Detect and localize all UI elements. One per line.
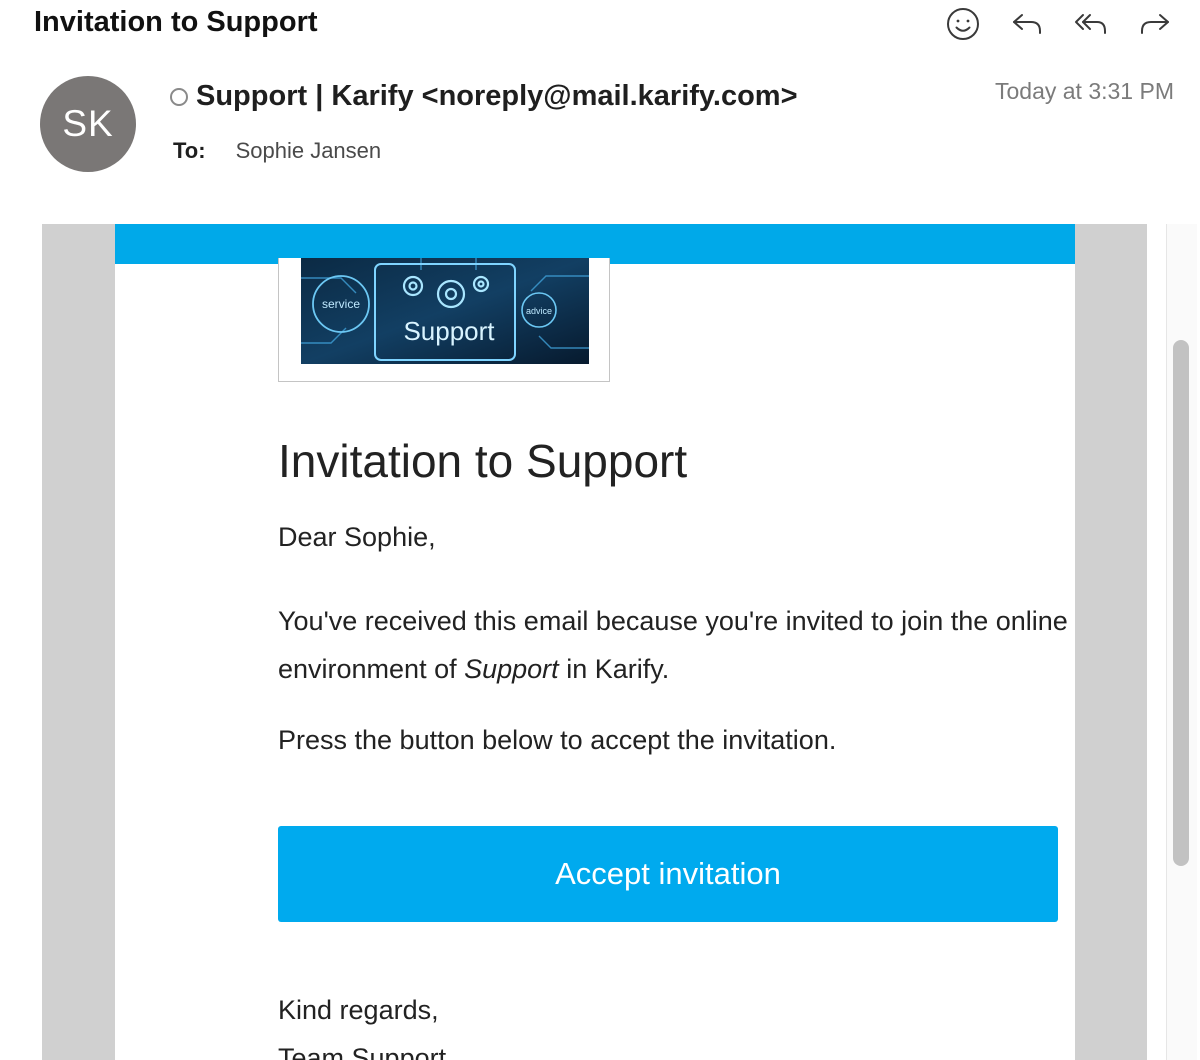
accept-invitation-button[interactable]: Accept invitation [278, 826, 1058, 922]
signoff-line-1: Kind regards, [278, 995, 439, 1025]
mail-window: Invitation to Support SK Support | Karif… [0, 0, 1200, 1060]
instruction-text: Press the button below to accept the inv… [278, 725, 837, 755]
scrollbar-thumb[interactable] [1173, 340, 1189, 866]
reply-icon[interactable] [1004, 4, 1050, 44]
invitation-paragraph: You've received this email because you'r… [278, 597, 1068, 693]
hero-label-support: Support [403, 316, 495, 346]
avatar: SK [40, 76, 136, 172]
smiley-icon[interactable] [940, 4, 986, 44]
recipient-name[interactable]: Sophie Jansen [236, 138, 382, 164]
email-subject: Invitation to Support [34, 6, 318, 38]
reply-all-icon[interactable] [1068, 4, 1114, 44]
hero-image-frame: service advice Support [278, 258, 610, 382]
signoff: Kind regards, Team Support [278, 986, 446, 1060]
email-content-card: service advice Support Invitation to Sup… [115, 258, 1075, 1060]
forward-icon[interactable] [1132, 4, 1178, 44]
paragraph-text-2: in Karify. [558, 654, 670, 684]
sender-row: Support | Karify <noreply@mail.karify.co… [170, 80, 798, 113]
hero-label-advice: advice [526, 306, 552, 316]
email-body: service advice Support Invitation to Sup… [42, 224, 1147, 1060]
message-toolbar [940, 4, 1178, 44]
unread-status-icon[interactable] [170, 87, 188, 106]
recipient-row: To: Sophie Jansen [173, 138, 381, 164]
signoff-line-2: Team Support [278, 1043, 447, 1060]
email-title: Invitation to Support [278, 435, 688, 487]
paragraph-text-1: You've received this email because you'r… [278, 606, 1068, 684]
received-date: Today at 3:31 PM [995, 78, 1174, 104]
to-label: To: [173, 138, 206, 163]
greeting-text: Dear Sophie, [278, 522, 436, 552]
support-hero-image: service advice Support [301, 258, 589, 364]
hero-label-service: service [322, 297, 360, 311]
paragraph-emphasis: Support [464, 654, 559, 684]
sender-name[interactable]: Support | Karify <noreply@mail.karify.co… [196, 80, 798, 113]
